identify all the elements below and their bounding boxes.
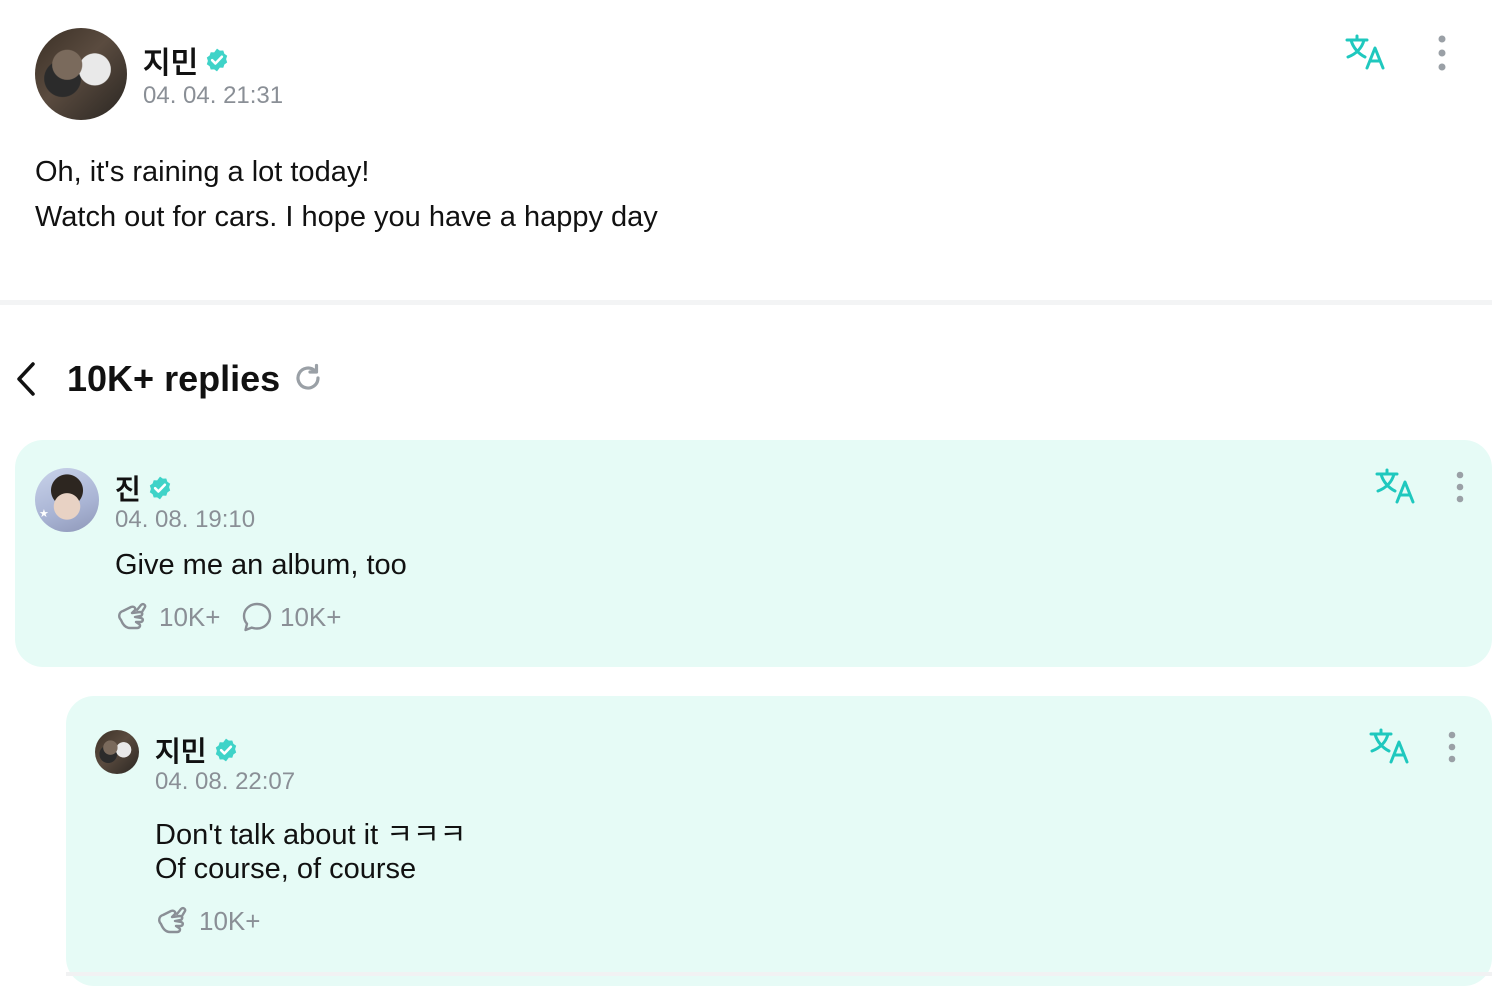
back-chevron-icon bbox=[17, 362, 35, 396]
nested-reply-more-button[interactable] bbox=[1436, 728, 1468, 766]
nested-reply-author-name-row: 지민 bbox=[155, 730, 239, 770]
bottom-divider bbox=[66, 972, 1492, 976]
reply-author-name: 진 bbox=[115, 474, 141, 505]
post-author-name: 지민 bbox=[143, 47, 199, 80]
reply-translate-button[interactable] bbox=[1370, 464, 1422, 508]
replies-title: 10K+ replies bbox=[67, 358, 281, 399]
like-count: 10K+ bbox=[159, 601, 221, 632]
more-vertical-icon bbox=[1448, 731, 1456, 763]
verified-badge-icon bbox=[204, 47, 230, 73]
reply-body: Give me an album, too bbox=[115, 549, 407, 581]
comment-button[interactable]: 10K+ bbox=[240, 600, 341, 634]
refresh-icon bbox=[296, 363, 320, 390]
post-body-line-1: Oh, it's raining a lot today! bbox=[35, 156, 370, 188]
refresh-button[interactable] bbox=[290, 360, 326, 396]
verified-badge-icon bbox=[147, 475, 173, 501]
back-button[interactable] bbox=[6, 358, 46, 400]
more-vertical-icon bbox=[1438, 35, 1446, 71]
post-timestamp: 04. 04. 21:31 bbox=[143, 82, 284, 109]
nested-reply-timestamp: 04. 08. 22:07 bbox=[155, 768, 296, 795]
section-divider bbox=[0, 300, 1492, 305]
translate-icon bbox=[1369, 728, 1409, 764]
post-author-avatar[interactable] bbox=[35, 28, 127, 120]
like-hands-icon bbox=[158, 906, 187, 934]
reply-timestamp: 04. 08. 19:10 bbox=[115, 506, 256, 533]
nested-like-button[interactable]: 10K+ bbox=[155, 904, 260, 938]
verified-badge-icon bbox=[213, 737, 239, 763]
nested-reply-author-avatar[interactable] bbox=[95, 730, 139, 774]
nested-reply-body-line-2: Of course, of course bbox=[155, 853, 417, 885]
comment-bubble-icon bbox=[242, 602, 272, 632]
reply-author-avatar[interactable]: ★ bbox=[35, 468, 99, 532]
comment-count: 10K+ bbox=[280, 601, 342, 632]
nested-reply-translate-button[interactable] bbox=[1364, 724, 1416, 768]
nested-like-count: 10K+ bbox=[199, 905, 261, 936]
post-author-name-row: 지민 bbox=[143, 38, 230, 82]
nested-reply-body-line-1: Don't talk about it ㅋㅋㅋ bbox=[155, 819, 467, 851]
more-vertical-icon bbox=[1456, 471, 1464, 503]
reply-more-button[interactable] bbox=[1444, 468, 1476, 506]
like-button[interactable]: 10K+ bbox=[115, 600, 220, 634]
post-translate-button[interactable] bbox=[1340, 30, 1392, 74]
translate-icon bbox=[1375, 468, 1415, 504]
post-body-line-2: Watch out for cars. I hope you have a ha… bbox=[35, 201, 658, 233]
like-hands-icon bbox=[118, 602, 147, 630]
reply-author-name-row: 진 bbox=[115, 468, 173, 508]
star-badge-icon: ★ bbox=[39, 508, 49, 520]
nested-reply-author-name: 지민 bbox=[155, 736, 207, 767]
post-more-button[interactable] bbox=[1426, 32, 1458, 74]
translate-icon bbox=[1345, 34, 1385, 70]
